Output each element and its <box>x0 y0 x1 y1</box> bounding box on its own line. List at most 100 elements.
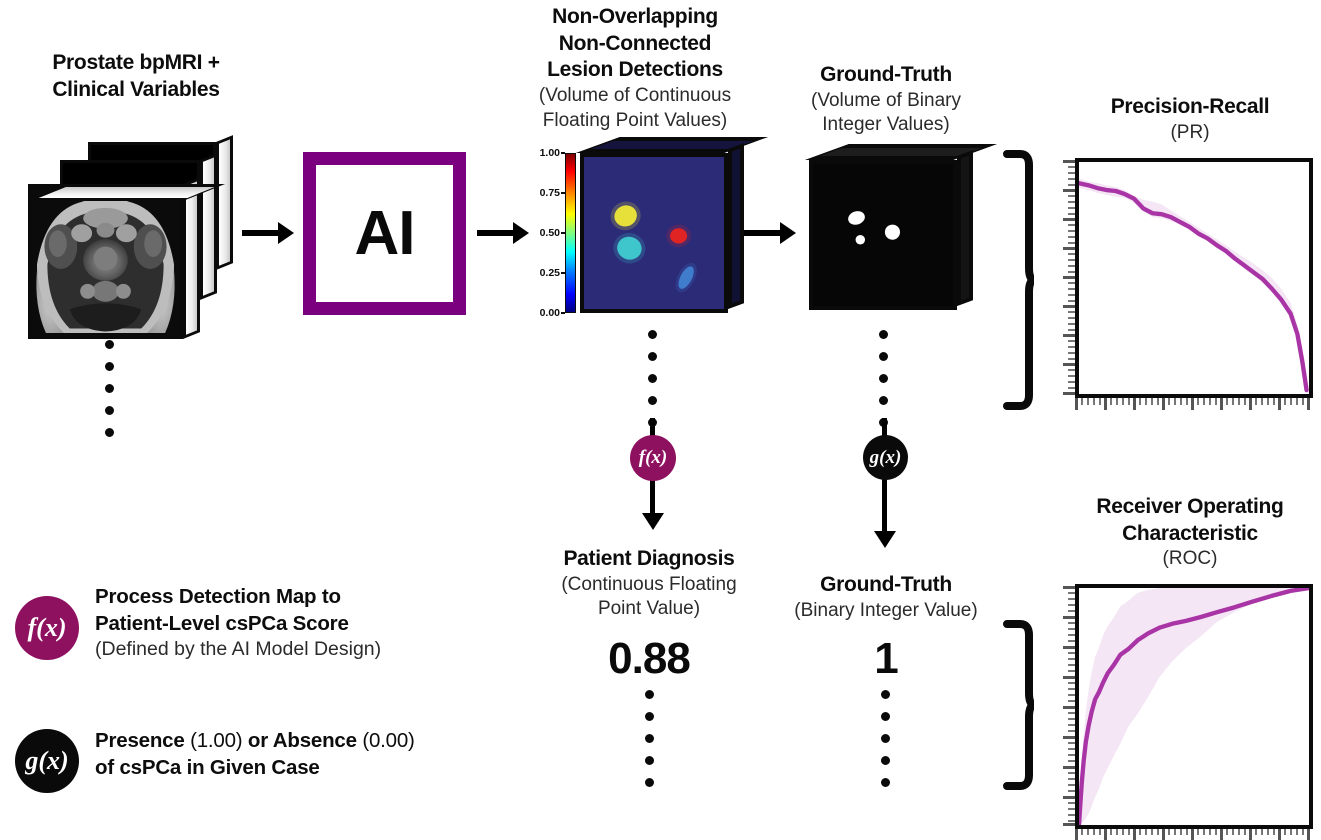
dot <box>105 406 114 415</box>
tick-minor <box>1068 259 1075 261</box>
dot <box>881 712 890 721</box>
tick-minor <box>1068 760 1075 762</box>
tick-minor <box>1068 820 1075 822</box>
tick-minor <box>1244 829 1246 835</box>
colorbar-tick-label: 0.50 <box>539 227 560 239</box>
patient-diagnosis-ellipsis-dots <box>645 690 654 787</box>
tick-minor <box>1290 398 1292 405</box>
tick-minor <box>1068 178 1075 180</box>
tick-minor <box>1168 829 1170 835</box>
tick <box>1063 334 1075 337</box>
groundtruth-volume-sub-line2: Integer Values) <box>822 114 950 136</box>
tick <box>1063 736 1075 739</box>
tick-minor <box>1068 592 1075 594</box>
groundtruth-volume-title: Ground-Truth <box>820 63 952 86</box>
tick-minor <box>1157 829 1159 835</box>
tick-minor <box>1068 352 1075 354</box>
gx-node[interactable]: g(x) <box>863 435 908 480</box>
tick <box>1063 766 1075 769</box>
legend-fx-text: Process Detection Map to Patient-Level c… <box>95 583 515 663</box>
tick <box>1133 398 1136 410</box>
arrow-shaft <box>744 230 782 236</box>
colorbar-tick-labels: 1.00 0.75 0.50 0.25 0.00 <box>528 147 560 319</box>
tick-minor <box>1238 398 1240 405</box>
tick <box>1063 823 1075 826</box>
dot <box>105 362 114 371</box>
tick-minor <box>1068 317 1075 319</box>
tick-minor <box>1128 829 1130 835</box>
groundtruth-volume-label: Ground-Truth (Volume of Binary Integer V… <box>790 62 982 138</box>
tick-minor <box>1145 398 1147 405</box>
pr-brace <box>1003 150 1034 410</box>
mri-slice-front-side <box>183 177 200 339</box>
tick-minor <box>1068 375 1075 377</box>
pr-plot <box>1075 158 1313 398</box>
roc-confidence-band <box>1079 588 1309 825</box>
fx-node[interactable]: f(x) <box>630 435 676 481</box>
legend-gx-node-label: g(x) <box>25 746 69 775</box>
dot <box>881 690 890 699</box>
tick-minor <box>1116 829 1118 835</box>
legend-gx-text: Presence (1.00) or Absence (0.00) of csP… <box>95 727 515 781</box>
ai-model-label: AI <box>354 198 416 268</box>
tick-minor <box>1261 398 1263 405</box>
tick-minor <box>1068 814 1075 816</box>
tick-minor <box>1068 700 1075 702</box>
dot <box>645 712 654 721</box>
tick-minor <box>1068 230 1075 232</box>
tick-minor <box>1068 369 1075 371</box>
tick-minor <box>1068 224 1075 226</box>
mri-image-front <box>31 187 180 336</box>
tick-minor <box>1068 658 1075 660</box>
tick <box>1063 586 1075 589</box>
tick-minor <box>1087 398 1089 405</box>
tick-minor <box>1186 829 1188 835</box>
legend-fx-title-line1: Process Detection Map to <box>95 585 341 608</box>
groundtruth-volume <box>805 144 997 310</box>
tick <box>1307 829 1310 840</box>
tick-minor <box>1068 604 1075 606</box>
roc-plot-title: Receiver Operating Characteristic (ROC) <box>1062 494 1318 572</box>
tick-minor <box>1151 829 1153 835</box>
tick-minor <box>1139 398 1141 405</box>
tick-minor <box>1145 829 1147 835</box>
dot <box>648 374 657 383</box>
arrow-detections-to-groundtruth <box>744 222 796 244</box>
colorbar-tick-label: 0.75 <box>539 187 560 199</box>
tick-minor <box>1068 598 1075 600</box>
tick-minor <box>1068 802 1075 804</box>
tick-minor <box>1215 829 1217 835</box>
tick-minor <box>1174 829 1176 835</box>
tick-minor <box>1068 166 1075 168</box>
tick-minor <box>1068 195 1075 197</box>
gt-blob-3 <box>884 224 901 240</box>
tick <box>1063 676 1075 679</box>
tick-minor <box>1186 398 1188 405</box>
tick <box>1133 829 1136 840</box>
tick-minor <box>1068 236 1075 238</box>
tick-minor <box>1068 682 1075 684</box>
dot <box>105 428 114 437</box>
dot <box>105 340 114 349</box>
tick-minor <box>1099 398 1101 405</box>
tick <box>1063 247 1075 250</box>
groundtruth-patient-value: 1 <box>874 634 898 683</box>
tick-minor <box>1203 829 1205 835</box>
dot <box>881 778 890 787</box>
tick-minor <box>1290 829 1292 835</box>
detection-lesion-blobs <box>584 157 724 309</box>
tick-minor <box>1296 398 1298 405</box>
tick-minor <box>1081 398 1083 405</box>
groundtruth-lesion-blobs <box>813 164 953 306</box>
tick-minor <box>1068 271 1075 273</box>
arrow-input-to-ai <box>242 222 294 244</box>
tick-minor <box>1302 829 1304 835</box>
tick <box>1063 276 1075 279</box>
pr-subtitle: (PR) <box>1170 121 1210 143</box>
tick-minor <box>1068 718 1075 720</box>
tick-minor <box>1068 340 1075 342</box>
colorbar-tick-label: 1.00 <box>539 147 560 159</box>
dot <box>645 734 654 743</box>
tick-minor <box>1068 808 1075 810</box>
ai-model-box[interactable]: AI <box>303 152 466 315</box>
